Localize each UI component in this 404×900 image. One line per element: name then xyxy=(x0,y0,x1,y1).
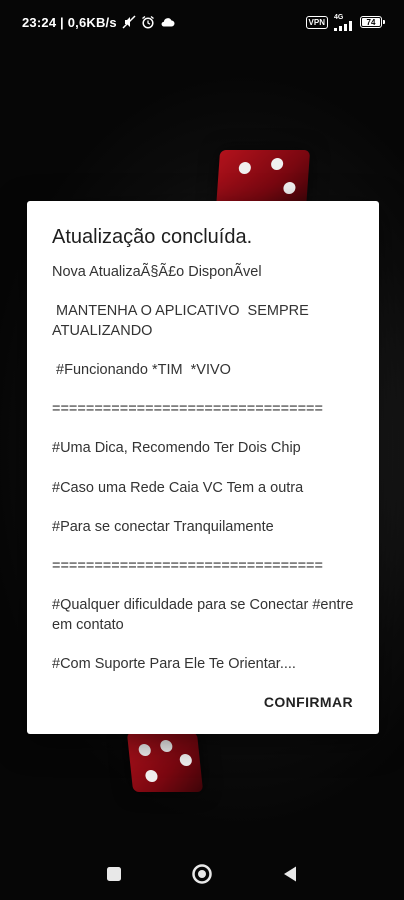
navigation-bar xyxy=(0,848,404,900)
status-time: 23:24 | 0,6KB/s xyxy=(22,14,117,30)
status-right: VPN 4G 74 xyxy=(305,14,385,31)
battery-level: 74 xyxy=(366,17,376,27)
signal-icon: 4G xyxy=(334,14,354,31)
home-icon[interactable] xyxy=(190,862,214,886)
dialog-title: Atualização concluída. xyxy=(52,226,253,248)
alarm-icon xyxy=(141,15,155,29)
confirm-button[interactable]: CONFIRMAR xyxy=(264,694,353,710)
status-bar: 23:24 | 0,6KB/s VPN 4G 74 xyxy=(0,0,404,44)
recents-icon[interactable] xyxy=(102,862,126,886)
mute-icon xyxy=(122,15,136,29)
dialog-message: Nova AtualizaÃ§Ã£o DisponÃvel MANTENHA O… xyxy=(52,264,354,672)
back-icon[interactable] xyxy=(278,862,302,886)
wallpaper-dice-bottom xyxy=(126,732,204,792)
battery-icon: 74 xyxy=(360,16,385,28)
network-type: 4G xyxy=(334,13,344,21)
update-dialog: Atualização concluída. Nova AtualizaÃ§Ã£… xyxy=(27,201,379,734)
cloud-icon xyxy=(160,16,175,28)
vpn-icon: VPN xyxy=(305,15,328,29)
status-left: 23:24 | 0,6KB/s xyxy=(22,15,175,30)
